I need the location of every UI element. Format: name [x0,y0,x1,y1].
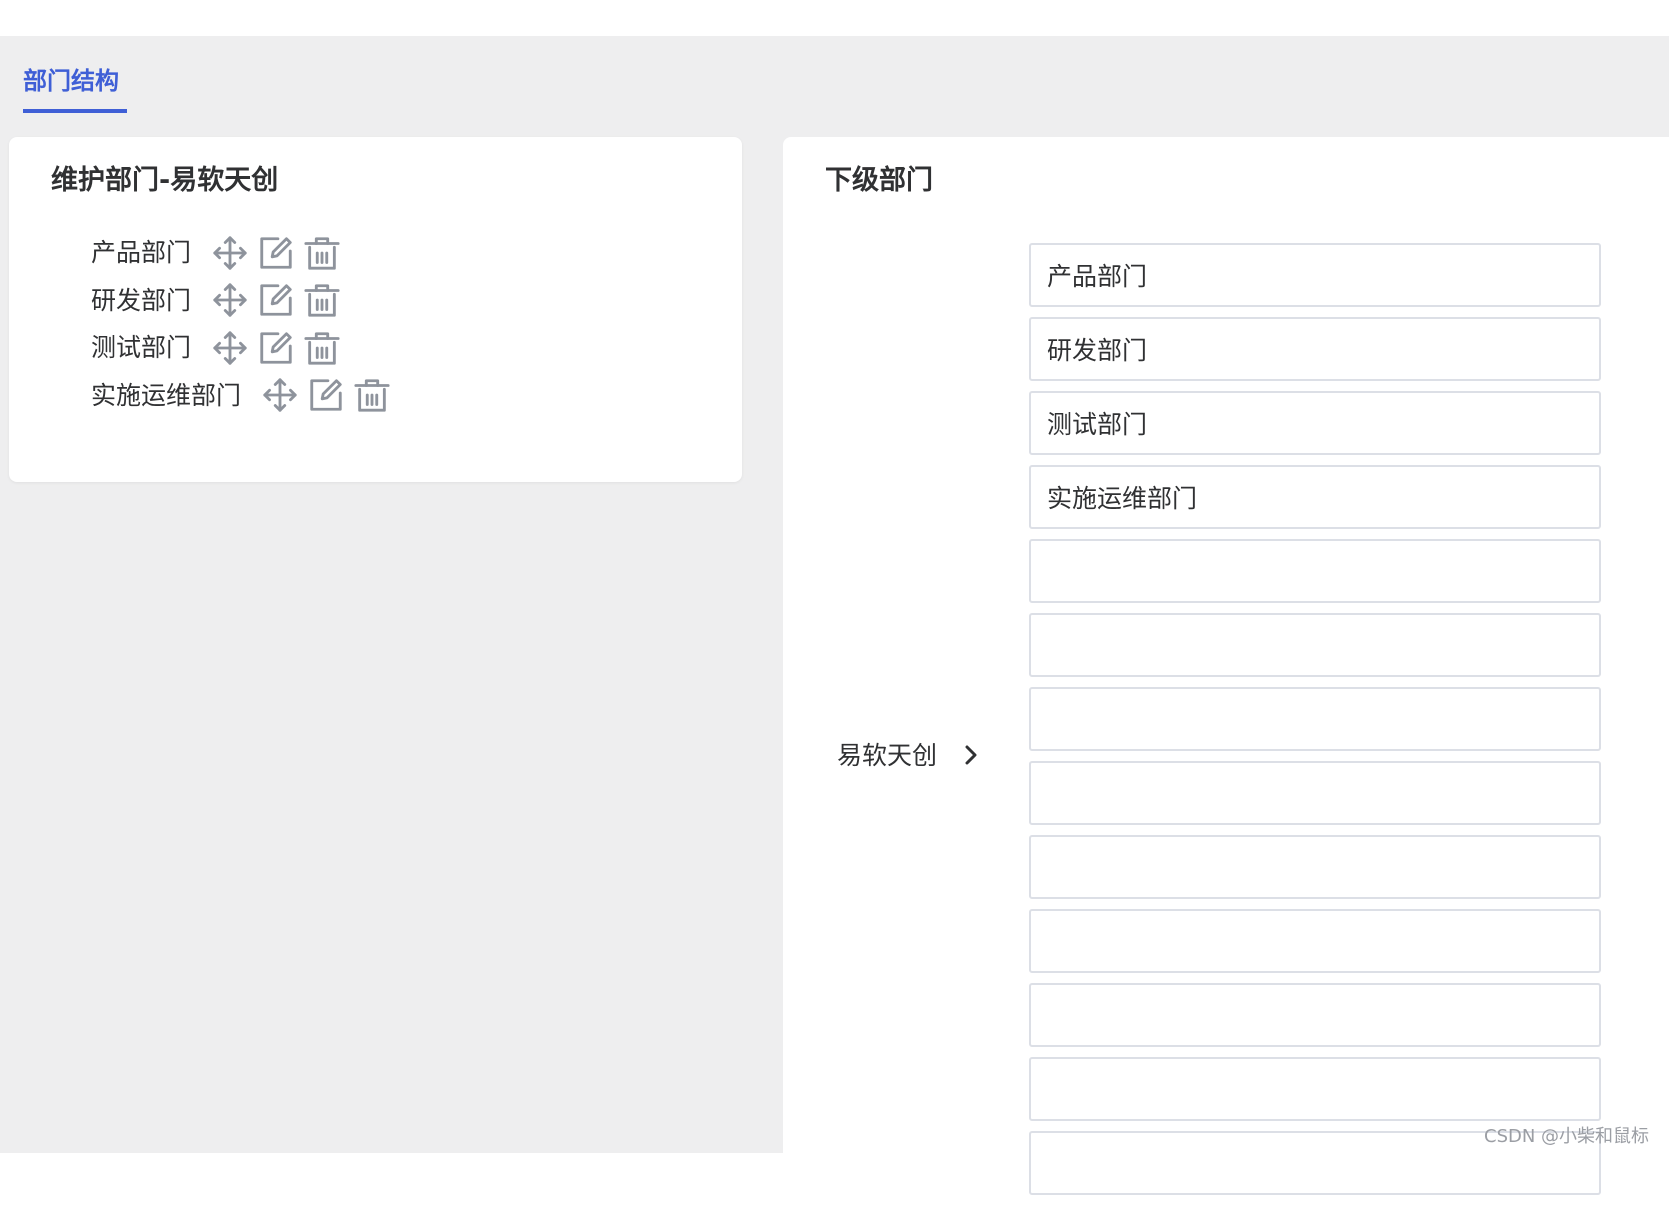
move-icon[interactable] [211,233,249,273]
sub-department-input[interactable] [1029,243,1601,307]
main-content: 部门结构 维护部门-易软天创 产品部门研发部门测试部门实施运维部门 下级部门 易… [0,36,1669,1195]
department-tree: 产品部门研发部门测试部门实施运维部门 [91,229,399,419]
sub-department-input[interactable] [1029,835,1601,899]
sub-department-input[interactable] [1029,1057,1601,1121]
sub-department-input-list [1029,243,1601,1205]
sub-department-input[interactable] [1029,909,1601,973]
tab-department-structure[interactable]: 部门结构 [23,69,119,93]
sub-department-card: 下级部门 易软天创 [783,137,1669,1195]
sub-department-input[interactable] [1029,391,1601,455]
parent-department[interactable]: 易软天创 [837,742,981,768]
tree-item-label: 测试部门 [91,333,192,363]
sub-department-input[interactable] [1029,613,1601,677]
top-bar [0,0,1669,36]
tree-item-label: 产品部门 [91,238,192,268]
tree-item[interactable]: 测试部门 [91,324,399,372]
move-icon[interactable] [211,328,249,368]
edit-icon[interactable] [257,233,295,273]
maintain-department-card: 维护部门-易软天创 产品部门研发部门测试部门实施运维部门 [9,137,742,482]
sub-department-input[interactable] [1029,317,1601,381]
sub-department-title: 下级部门 [825,165,933,196]
tree-item-label: 研发部门 [91,285,192,315]
tree-item-label: 实施运维部门 [91,380,242,410]
sub-department-input[interactable] [1029,465,1601,529]
parent-department-label: 易软天创 [837,740,938,770]
trash-icon[interactable] [303,328,341,368]
edit-icon[interactable] [307,375,345,415]
tab-active-indicator [23,109,127,113]
move-icon[interactable] [261,375,299,415]
move-icon[interactable] [211,280,249,320]
tree-item[interactable]: 产品部门 [91,229,399,277]
sub-department-input[interactable] [1029,539,1601,603]
trash-icon[interactable] [353,375,391,415]
tree-item[interactable]: 研发部门 [91,277,399,325]
chevron-right-icon [961,742,981,768]
edit-icon[interactable] [257,280,295,320]
sub-department-input[interactable] [1029,687,1601,751]
maintain-department-title: 维护部门-易软天创 [51,165,279,196]
edit-icon[interactable] [257,328,295,368]
sub-department-input[interactable] [1029,983,1601,1047]
trash-icon[interactable] [303,280,341,320]
trash-icon[interactable] [303,233,341,273]
watermark: CSDN @小柴和鼠标 [1484,1126,1650,1147]
tree-item[interactable]: 实施运维部门 [91,372,399,420]
sub-department-input[interactable] [1029,761,1601,825]
